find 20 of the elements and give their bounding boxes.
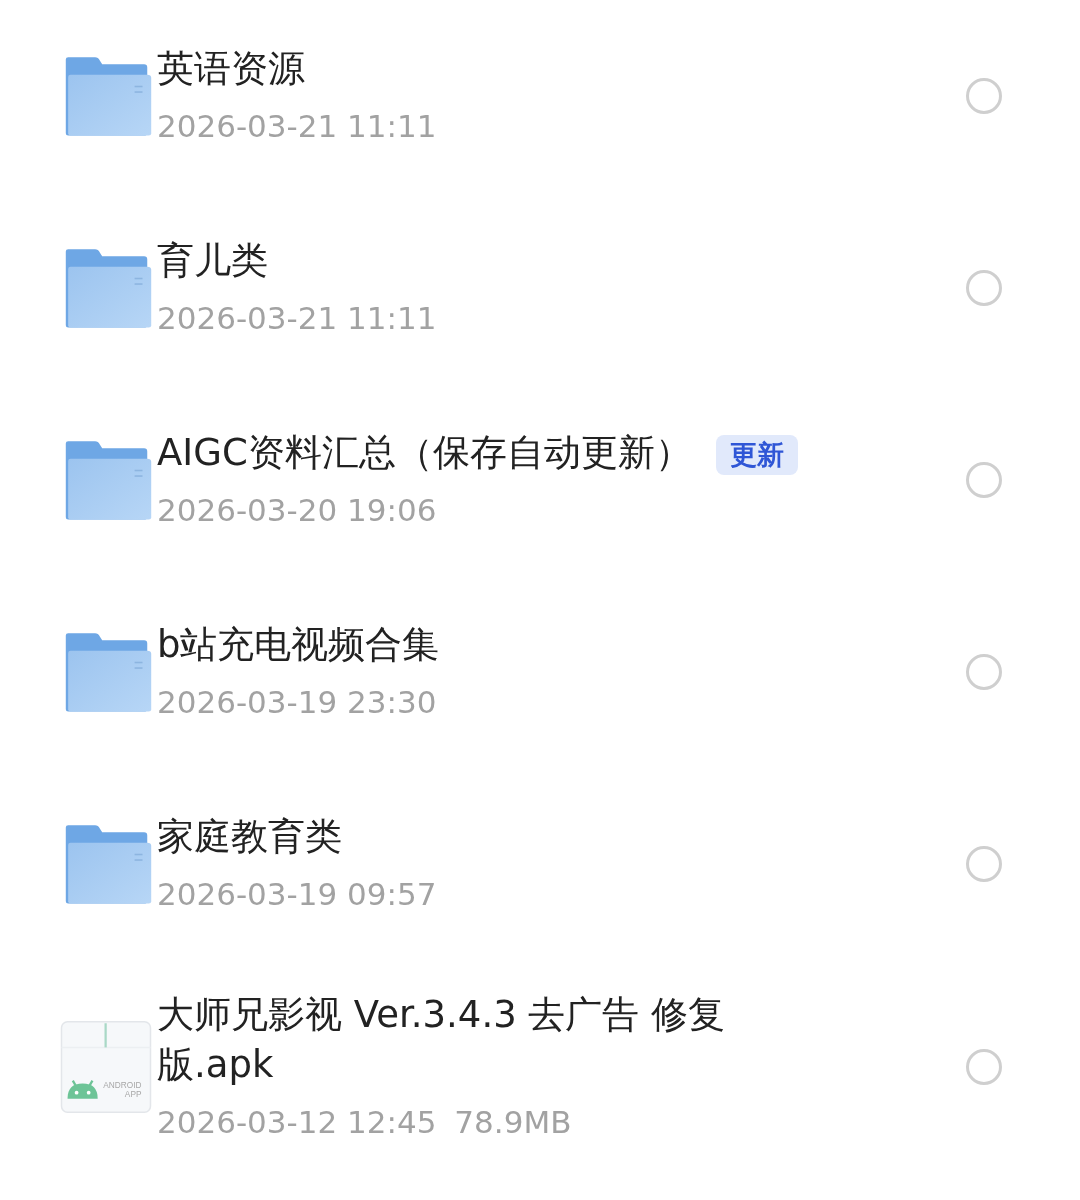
modified-date: 2026-03-20 19:06 xyxy=(157,491,437,530)
file-name: AIGC资料汇总（保存自动更新） xyxy=(157,431,692,474)
file-name: 英语资源 xyxy=(157,46,306,92)
file-name: 育儿类 xyxy=(157,238,269,284)
modified-date: 2026-03-19 23:30 xyxy=(157,683,437,722)
file-name: 家庭教育类 xyxy=(157,814,343,860)
modified-date: 2026-03-21 11:11 xyxy=(157,299,437,338)
select-radio[interactable] xyxy=(966,78,1002,114)
select-radio[interactable] xyxy=(966,462,1002,498)
modified-date: 2026-03-12 12:45 xyxy=(157,1103,437,1142)
select-radio[interactable] xyxy=(966,1049,1002,1085)
select-radio[interactable] xyxy=(966,270,1002,306)
modified-date: 2026-03-21 11:11 xyxy=(157,107,437,146)
file-name: b站充电视频合集 xyxy=(157,622,441,668)
modified-date: 2026-03-19 09:57 xyxy=(157,875,437,914)
select-radio[interactable] xyxy=(966,846,1002,882)
file-name: 大师兄影视 Ver.3.4.3 去广告 修复版.apk xyxy=(157,992,727,1088)
select-radio[interactable] xyxy=(966,654,1002,690)
update-badge: 更新 xyxy=(715,434,798,475)
file-size: 78.9MB xyxy=(454,1103,572,1142)
